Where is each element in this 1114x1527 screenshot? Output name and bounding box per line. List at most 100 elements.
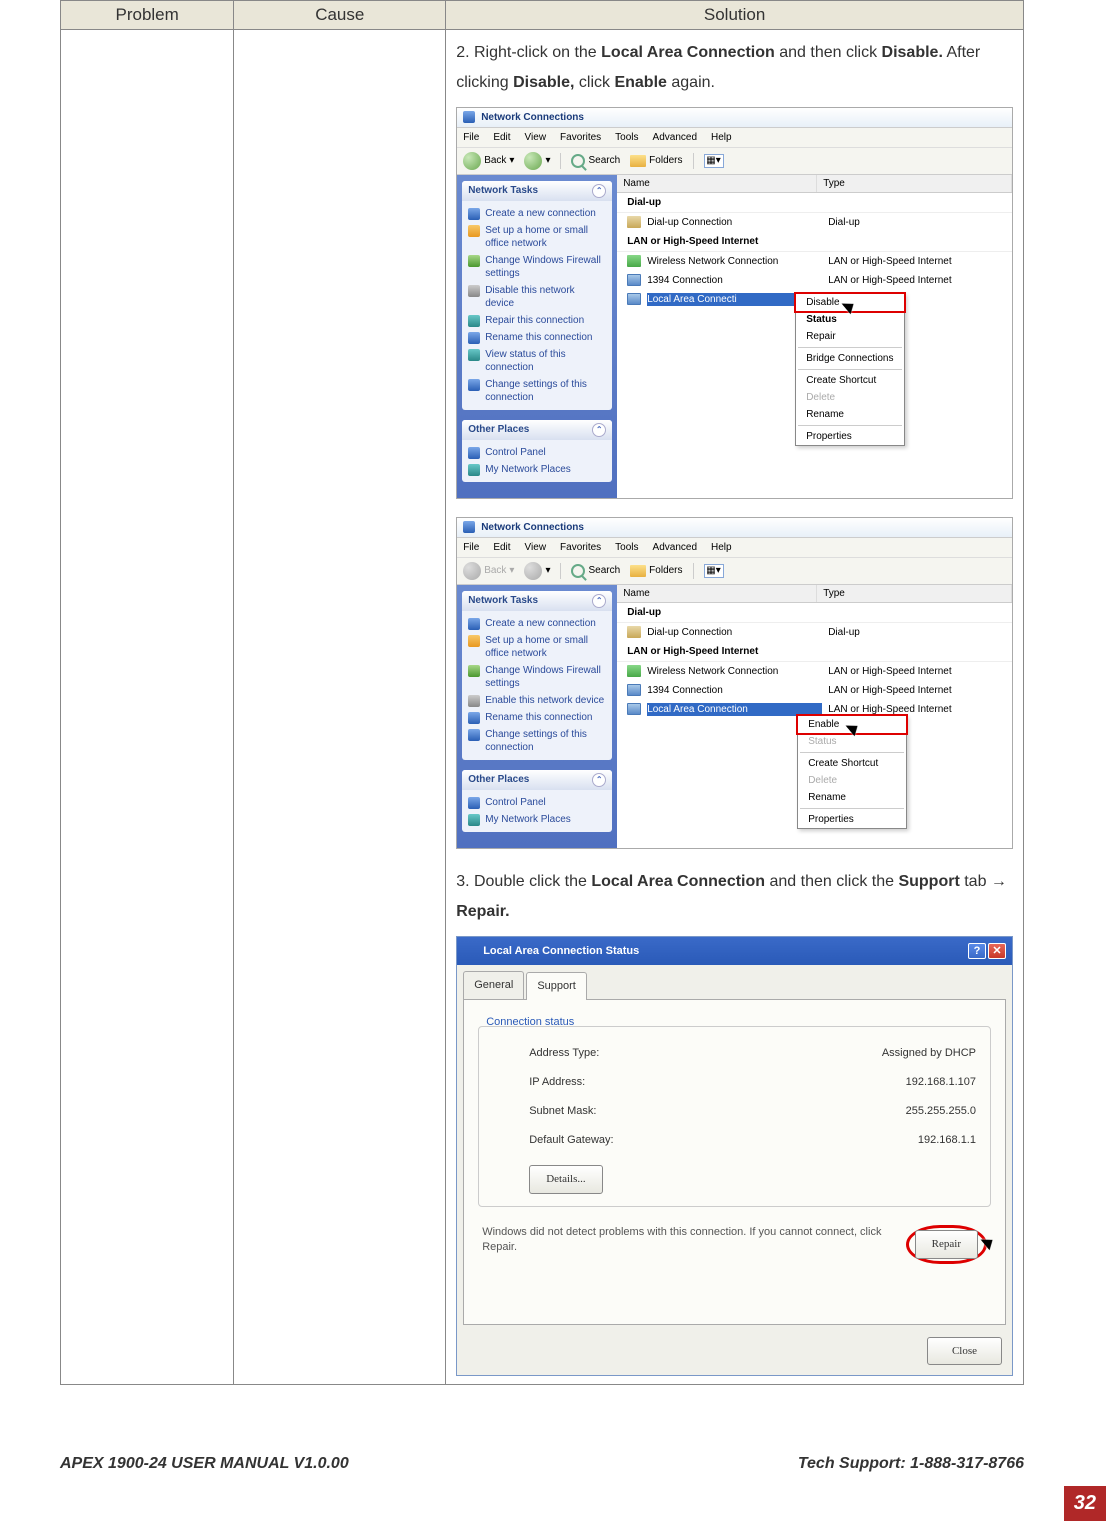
ctx-repair[interactable]: Repair <box>796 328 904 345</box>
wireless-connection[interactable]: Wireless Network Connection LAN or High-… <box>617 252 1012 271</box>
menu-tools[interactable]: Tools <box>615 541 638 554</box>
th-problem: Problem <box>61 1 234 30</box>
task-firewall[interactable]: Change Windows Firewall settings <box>466 662 608 692</box>
home-icon <box>468 635 480 647</box>
task-status[interactable]: View status of this connection <box>466 346 608 376</box>
1394-connection[interactable]: 1394 Connection LAN or High-Speed Intern… <box>617 271 1012 290</box>
wireless-connection[interactable]: Wireless Network Connection LAN or High-… <box>617 662 1012 681</box>
page-number: 32 <box>1064 1486 1106 1521</box>
views-button[interactable]: ▦▾ <box>704 564 724 578</box>
ctx-shortcut[interactable]: Create Shortcut <box>796 372 904 389</box>
ctx-shortcut[interactable]: Create Shortcut <box>798 755 906 772</box>
other-cp[interactable]: Control Panel <box>466 794 608 811</box>
menu-advanced[interactable]: Advanced <box>653 131 697 144</box>
net-icon <box>463 945 477 957</box>
task-create[interactable]: Create a new connection <box>466 205 608 222</box>
other-mnp[interactable]: My Network Places <box>466 461 608 478</box>
1394-connection[interactable]: 1394 Connection LAN or High-Speed Intern… <box>617 681 1012 700</box>
device-icon <box>468 695 480 707</box>
ctx-properties[interactable]: Properties <box>798 811 906 828</box>
details-button[interactable]: Details... <box>529 1165 602 1194</box>
menu-help[interactable]: Help <box>711 131 732 144</box>
forward-icon <box>524 562 542 580</box>
folder-icon <box>630 155 646 167</box>
tab-support[interactable]: Support <box>526 972 587 1000</box>
net-icon <box>627 293 641 305</box>
menu-edit[interactable]: Edit <box>493 541 510 554</box>
window-title: Network Connections <box>481 521 584 534</box>
dialup-icon <box>627 626 641 638</box>
row-mask: Subnet Mask: 255.255.255.0 <box>489 1097 980 1126</box>
col-name[interactable]: Name <box>617 175 817 192</box>
other-places-head[interactable]: Other Places⌃ <box>462 770 612 790</box>
ctx-bridge[interactable]: Bridge Connections <box>796 350 904 367</box>
network-tasks-head[interactable]: Network Tasks⌃ <box>462 591 612 611</box>
tab-general[interactable]: General <box>463 971 524 999</box>
task-settings[interactable]: Change settings of this connection <box>466 376 608 406</box>
menu-favorites[interactable]: Favorites <box>560 541 601 554</box>
label-mask: Subnet Mask: <box>529 1101 596 1122</box>
dialup-connection[interactable]: Dial-up Connection Dial-up <box>617 213 1012 232</box>
task-firewall[interactable]: Change Windows Firewall settings <box>466 252 608 282</box>
menu-view[interactable]: View <box>525 131 547 144</box>
cursor-icon <box>849 721 863 739</box>
other-places-head[interactable]: Other Places⌃ <box>462 420 612 440</box>
ctx-delete: Delete <box>796 389 904 406</box>
menu-tools[interactable]: Tools <box>615 131 638 144</box>
task-repair[interactable]: Repair this connection <box>466 312 608 329</box>
ctx-rename[interactable]: Rename <box>798 789 906 806</box>
task-rename[interactable]: Rename this connection <box>466 329 608 346</box>
task-disable[interactable]: Disable this network device <box>466 282 608 312</box>
back-button[interactable]: Back▾ <box>463 152 514 170</box>
col-type[interactable]: Type <box>817 175 1012 192</box>
section-dialup: Dial-up <box>617 193 1012 213</box>
network-tasks-head[interactable]: Network Tasks⌃ <box>462 181 612 201</box>
wifi-icon <box>627 255 641 267</box>
task-rename[interactable]: Rename this connection <box>466 709 608 726</box>
menu-file[interactable]: File <box>463 131 479 144</box>
chevron-up-icon: ⌃ <box>592 423 606 437</box>
search-icon <box>571 154 585 168</box>
task-setup[interactable]: Set up a home or small office network <box>466 632 608 662</box>
help-button[interactable]: ? <box>968 943 986 959</box>
forward-button[interactable]: ▾ <box>524 152 550 170</box>
cell-solution: 2. Right-click on the Local Area Connect… <box>446 30 1024 1385</box>
forward-button: ▾ <box>524 562 550 580</box>
col-type[interactable]: Type <box>817 585 1012 602</box>
other-cp[interactable]: Control Panel <box>466 444 608 461</box>
menu-favorites[interactable]: Favorites <box>560 131 601 144</box>
menu-help[interactable]: Help <box>711 541 732 554</box>
task-setup[interactable]: Set up a home or small office network <box>466 222 608 252</box>
folders-button[interactable]: Folders <box>630 154 682 167</box>
close-dialog-button[interactable]: Close <box>927 1337 1002 1366</box>
task-settings[interactable]: Change settings of this connection <box>466 726 608 756</box>
other-mnp[interactable]: My Network Places <box>466 811 608 828</box>
views-button[interactable]: ▦▾ <box>704 154 724 168</box>
task-create[interactable]: Create a new connection <box>466 615 608 632</box>
repair-icon <box>468 315 480 327</box>
col-name[interactable]: Name <box>617 585 817 602</box>
ctx-rename[interactable]: Rename <box>796 406 904 423</box>
chevron-up-icon: ⌃ <box>592 773 606 787</box>
row-addr-type: Address Type: Assigned by DHCP <box>489 1039 980 1068</box>
folders-button[interactable]: Folders <box>630 564 682 577</box>
dialup-icon <box>627 216 641 228</box>
search-button[interactable]: Search <box>571 564 620 578</box>
section-dialup: Dial-up <box>617 603 1012 623</box>
dialup-connection[interactable]: Dial-up Connection Dial-up <box>617 623 1012 642</box>
screenshot-netconn-enable: Network Connections File Edit View Favor… <box>456 517 1013 849</box>
menu-file[interactable]: File <box>463 541 479 554</box>
menu-view[interactable]: View <box>525 541 547 554</box>
ctx-properties[interactable]: Properties <box>796 428 904 445</box>
menu-advanced[interactable]: Advanced <box>653 541 697 554</box>
connections-pane: Name Type Dial-up Dial-up Connection Dia… <box>617 585 1012 848</box>
search-button[interactable]: Search <box>571 154 620 168</box>
shield-icon <box>468 665 480 677</box>
step-3-text: 3. Double click the Local Area Connectio… <box>456 867 1013 928</box>
close-button[interactable]: ✕ <box>988 943 1006 959</box>
repair-button[interactable]: Repair <box>915 1230 978 1259</box>
repair-help-text: Windows did not detect problems with thi… <box>482 1225 885 1256</box>
menu-edit[interactable]: Edit <box>493 131 510 144</box>
label-addr-type: Address Type: <box>529 1043 599 1064</box>
task-enable[interactable]: Enable this network device <box>466 692 608 709</box>
